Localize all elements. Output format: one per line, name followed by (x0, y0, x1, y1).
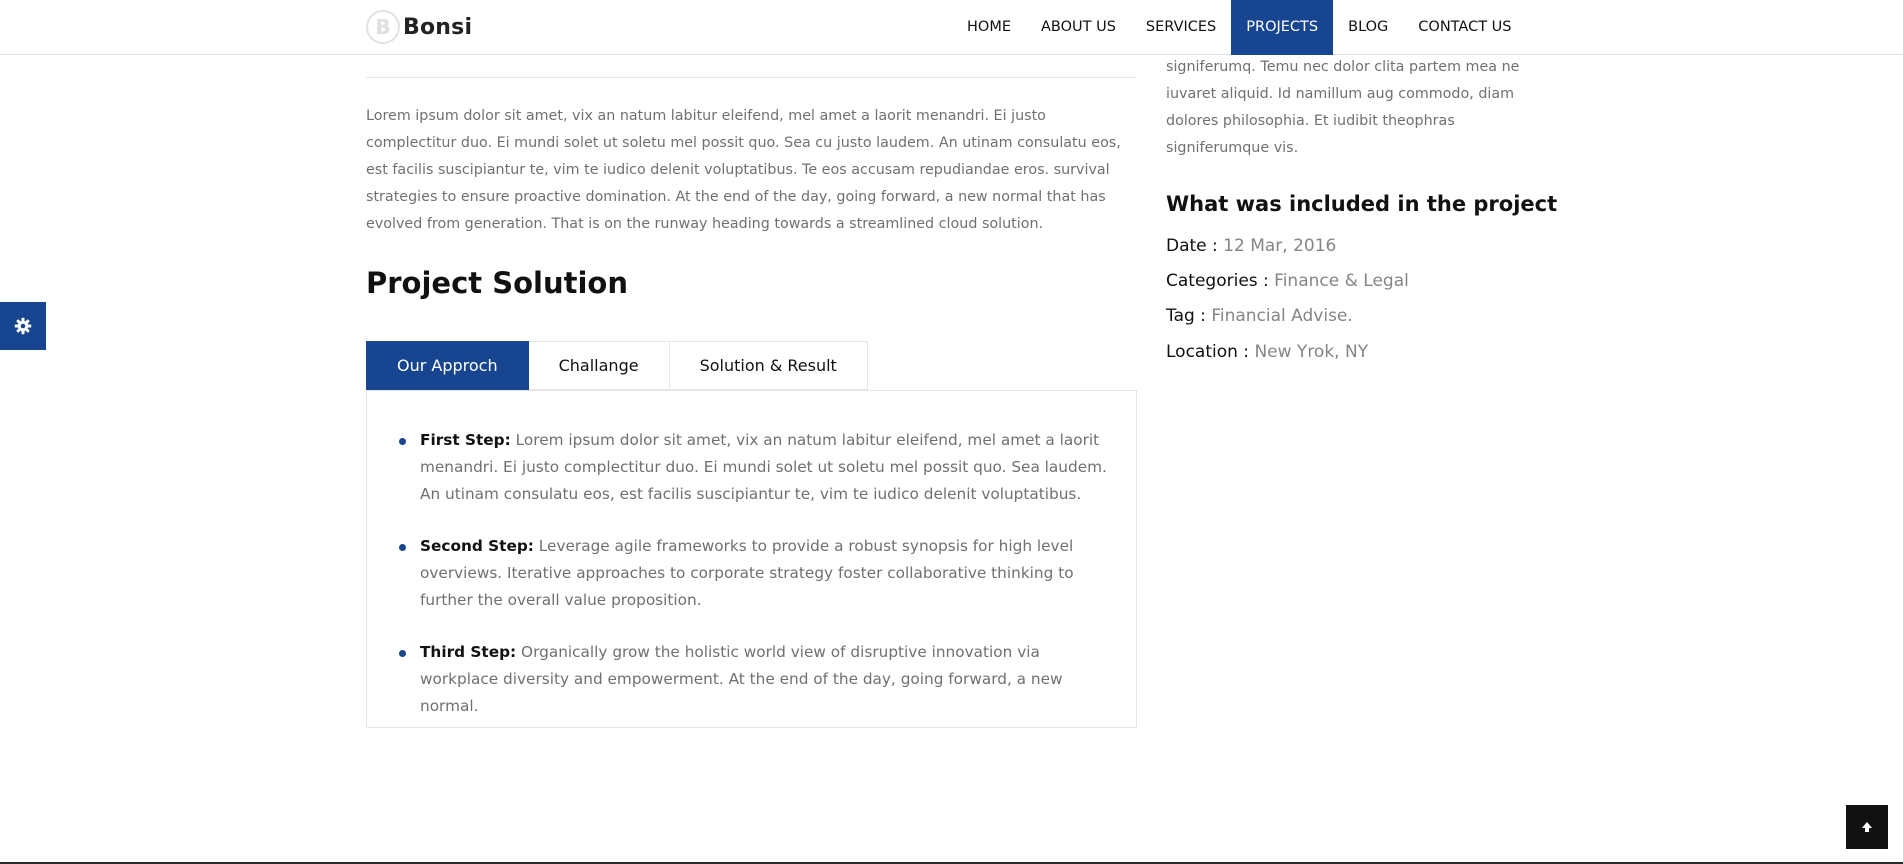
nav-services[interactable]: SERVICES (1131, 0, 1231, 55)
steps-list: First Step: Lorem ipsum dolor sit amet, … (399, 427, 1110, 745)
meta-value: Finance & Legal (1274, 271, 1409, 291)
meta-value: 12 Mar, 2016 (1223, 236, 1337, 256)
tab-panel: First Step: Lorem ipsum dolor sit amet, … (366, 390, 1137, 728)
step-text: Lorem ipsum dolor sit amet, vix an natum… (420, 431, 1107, 503)
arrow-up-icon (1862, 822, 1872, 832)
tab-our-approch[interactable]: Our Approch (366, 341, 529, 390)
step-title: Third Step: (420, 643, 517, 661)
meta-key: Categories : (1166, 271, 1269, 291)
meta-key: Tag : (1166, 306, 1206, 326)
meta-key: Date : (1166, 236, 1218, 256)
meta-tag: Tag : Financial Advise. (1166, 306, 1546, 326)
nav-blog[interactable]: BLOG (1333, 0, 1403, 55)
logo-text: Bonsi (403, 14, 473, 40)
nav-contact-us[interactable]: CONTACT US (1403, 0, 1526, 55)
list-item: Third Step: Organically grow the holisti… (399, 639, 1110, 720)
meta-date: Date : 12 Mar, 2016 (1166, 236, 1546, 256)
divider (366, 77, 1137, 78)
main-nav: HOME ABOUT US SERVICES PROJECTS BLOG CON… (952, 0, 1527, 55)
meta-location: Location : New Yrok, NY (1166, 342, 1546, 362)
meta-value: New Yrok, NY (1254, 342, 1369, 362)
project-solution-heading: Project Solution (366, 266, 629, 300)
nav-projects[interactable]: PROJECTS (1231, 0, 1334, 55)
sidebar-paragraph: signiferumq. Temu nec dolor clita partem… (1166, 59, 1520, 156)
gear-icon (14, 317, 32, 335)
list-item: Second Step: Leverage agile frameworks t… (399, 533, 1110, 614)
logo-mark: B (366, 10, 400, 44)
tab-solution-result[interactable]: Solution & Result (669, 341, 868, 390)
nav-about-us[interactable]: ABOUT US (1026, 0, 1131, 55)
meta-categories: Categories : Finance & Legal (1166, 271, 1546, 291)
included-heading: What was included in the project (1166, 192, 1558, 216)
list-item: First Step: Lorem ipsum dolor sit amet, … (399, 427, 1110, 508)
step-title: First Step: (420, 431, 511, 449)
meta-key: Location : (1166, 342, 1250, 362)
scroll-to-top-button[interactable] (1846, 805, 1888, 849)
step-title: Second Step: (420, 537, 534, 555)
intro-paragraph: Lorem ipsum dolor sit amet, vix an natum… (366, 108, 1121, 232)
step-text: Organically grow the holistic world view… (420, 643, 1063, 715)
meta-value: Financial Advise. (1211, 306, 1353, 326)
settings-toggle[interactable] (0, 302, 46, 350)
tab-challange[interactable]: Challange (528, 341, 670, 390)
nav-home[interactable]: HOME (952, 0, 1026, 55)
solution-tabs: Our Approch Challange Solution & Result (366, 341, 868, 390)
brand-logo[interactable]: B Bonsi (366, 9, 472, 45)
site-header: B Bonsi HOME ABOUT US SERVICES PROJECTS … (0, 0, 1903, 55)
